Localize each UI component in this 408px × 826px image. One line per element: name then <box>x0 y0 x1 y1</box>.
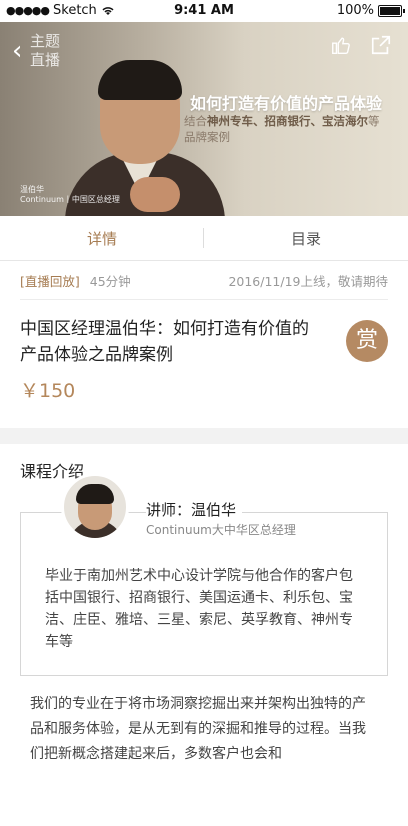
course-info: 中国区经理温伯华：如何打造有价值的产品体验之品牌案例 赏 ￥150 <box>20 300 388 428</box>
speaker-caption: 温伯华 Continuum丨中国区总经理 <box>20 185 120 205</box>
banner-subtitle: 结合神州专车、招商银行、宝洁海尔等品牌案例 <box>184 114 380 144</box>
intro-body: 我们的专业在于将市场洞察挖掘出来并架构出独特的产品和服务体验，是从无到有的深掘和… <box>30 696 366 762</box>
reward-button[interactable]: 赏 <box>346 320 388 362</box>
course-intro: 课程介绍 讲师：温伯华 Continuum大中华区总经理 毕业于南加州艺术中心设… <box>0 444 408 826</box>
banner-title: 如何打造有价值的产品体验 <box>190 94 383 113</box>
teacher-card: 讲师：温伯华 Continuum大中华区总经理 毕业于南加州艺术中心设计学院与他… <box>20 473 388 676</box>
tab-divider <box>203 228 204 248</box>
teacher-description: 毕业于南加州艺术中心设计学院与他合作的客户包括中国银行、招商银行、美国运通卡、利… <box>45 568 353 650</box>
battery-icon <box>378 4 405 17</box>
course-title: 中国区经理温伯华：如何打造有价值的产品体验之品牌案例 <box>20 319 309 365</box>
price: ￥150 <box>20 380 76 402</box>
logo-text: 主题 直播 <box>30 32 61 69</box>
back-icon[interactable]: ‹ <box>12 36 22 66</box>
replay-badge: [直播回放] <box>20 273 80 289</box>
caption-org: Continuum丨中国区总经理 <box>20 195 120 204</box>
avatar <box>61 473 129 541</box>
battery-group: 100% <box>336 3 405 18</box>
tab-catalog[interactable]: 目录 <box>204 228 408 249</box>
share-icon[interactable] <box>370 34 392 56</box>
teacher-title: Continuum大中华区总经理 <box>146 523 296 537</box>
release-date: 2016/11/19上线，敬请期待 <box>228 273 388 289</box>
status-bar: ●●●●● Sketch 9:41 AM 100% <box>0 0 408 22</box>
tab-details[interactable]: 详情 <box>0 228 204 249</box>
tab-bar: 详情 目录 <box>0 216 408 261</box>
course-banner: ‹ 主题 直播 如何打造有价值的产品体验 结合神州专车、招商银行、宝洁海尔等品牌… <box>0 22 408 216</box>
live-logo: 主题 直播 <box>30 32 60 70</box>
teacher-name: 讲师：温伯华 <box>146 499 243 520</box>
like-icon[interactable] <box>330 34 352 56</box>
duration: 45分钟 <box>89 273 131 289</box>
course-meta: [直播回放] 45分钟 2016/11/19上线，敬请期待 <box>20 261 388 300</box>
course-card: [直播回放] 45分钟 2016/11/19上线，敬请期待 中国区经理温伯华：如… <box>0 261 408 428</box>
caption-name: 温伯华 <box>20 185 44 194</box>
battery-percent: 100% <box>336 3 374 18</box>
